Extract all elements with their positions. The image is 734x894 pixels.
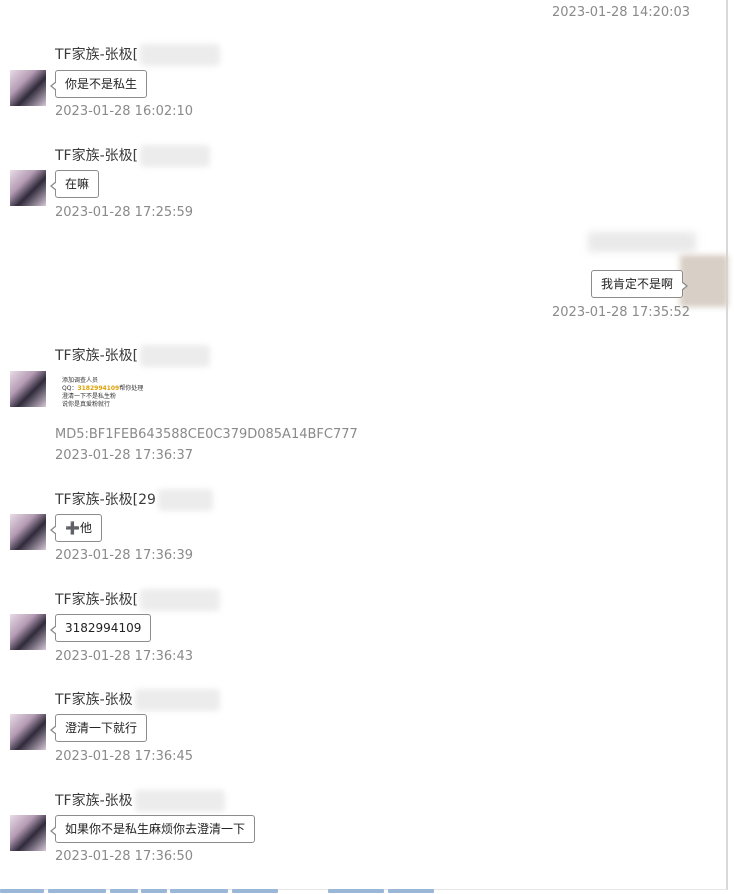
avatar[interactable]: [10, 614, 46, 650]
sender-name: TF家族-张极[29: [55, 489, 213, 511]
message-timestamp: 2023-01-28 16:02:10: [55, 104, 194, 119]
avatar[interactable]: [10, 714, 46, 750]
avatar[interactable]: [10, 371, 46, 407]
sender-name: TF家族-张极[: [55, 589, 221, 611]
image-text-line: QQ：3182994109帮你处理: [62, 385, 144, 392]
sender-name: TF家族-张极: [55, 689, 220, 711]
image-md5: MD5:BF1FEB643588CE0C379D085A14BFC777: [55, 427, 358, 442]
image-text-line: 说你是真爱粉就行: [62, 401, 111, 408]
sender-name: TF家族-张极[: [55, 44, 221, 66]
message-timestamp: 2023-01-28 17:36:50: [55, 849, 194, 864]
image-text-line: 添加调查人员: [62, 377, 99, 384]
image-text-line: 澄清一下不是私生粉: [62, 393, 117, 400]
message-bubble[interactable]: 澄清一下就行: [49, 714, 148, 742]
avatar[interactable]: [10, 514, 46, 550]
image-message[interactable]: 添加调查人员 QQ：3182994109帮你处理 澄清一下不是私生粉 说你是真爱…: [62, 377, 172, 409]
message-timestamp: 2023-01-28 17:36:39: [55, 548, 194, 563]
sender-name: TF家族-张极[: [55, 345, 211, 367]
message-timestamp: 2023-01-28 17:35:52: [552, 305, 691, 320]
message-timestamp: 2023-01-28 14:20:03: [552, 5, 691, 20]
bottom-tab-strip[interactable]: [0, 889, 734, 894]
sender-name: TF家族-张极: [55, 790, 225, 812]
avatar[interactable]: [10, 815, 46, 851]
avatar[interactable]: [10, 170, 46, 206]
blurred-sender: [588, 232, 696, 252]
message-timestamp: 2023-01-28 17:36:43: [55, 649, 194, 664]
message-bubble[interactable]: 如果你不是私生麻烦你去澄清一下: [49, 815, 256, 843]
avatar[interactable]: [10, 70, 46, 106]
message-timestamp: 2023-01-28 17:36:45: [55, 749, 194, 764]
message-bubble[interactable]: 3182994109: [49, 614, 152, 642]
message-timestamp: 2023-01-28 17:25:59: [55, 205, 194, 220]
message-timestamp: 2023-01-28 17:36:37: [55, 448, 194, 463]
message-bubble[interactable]: 在嘛: [49, 170, 100, 198]
message-bubble[interactable]: ➕他: [50, 514, 102, 542]
message-bubble[interactable]: 你是不是私生: [49, 70, 148, 98]
sender-name: TF家族-张极[: [55, 145, 211, 167]
message-bubble[interactable]: 我肯定不是啊: [591, 270, 689, 298]
